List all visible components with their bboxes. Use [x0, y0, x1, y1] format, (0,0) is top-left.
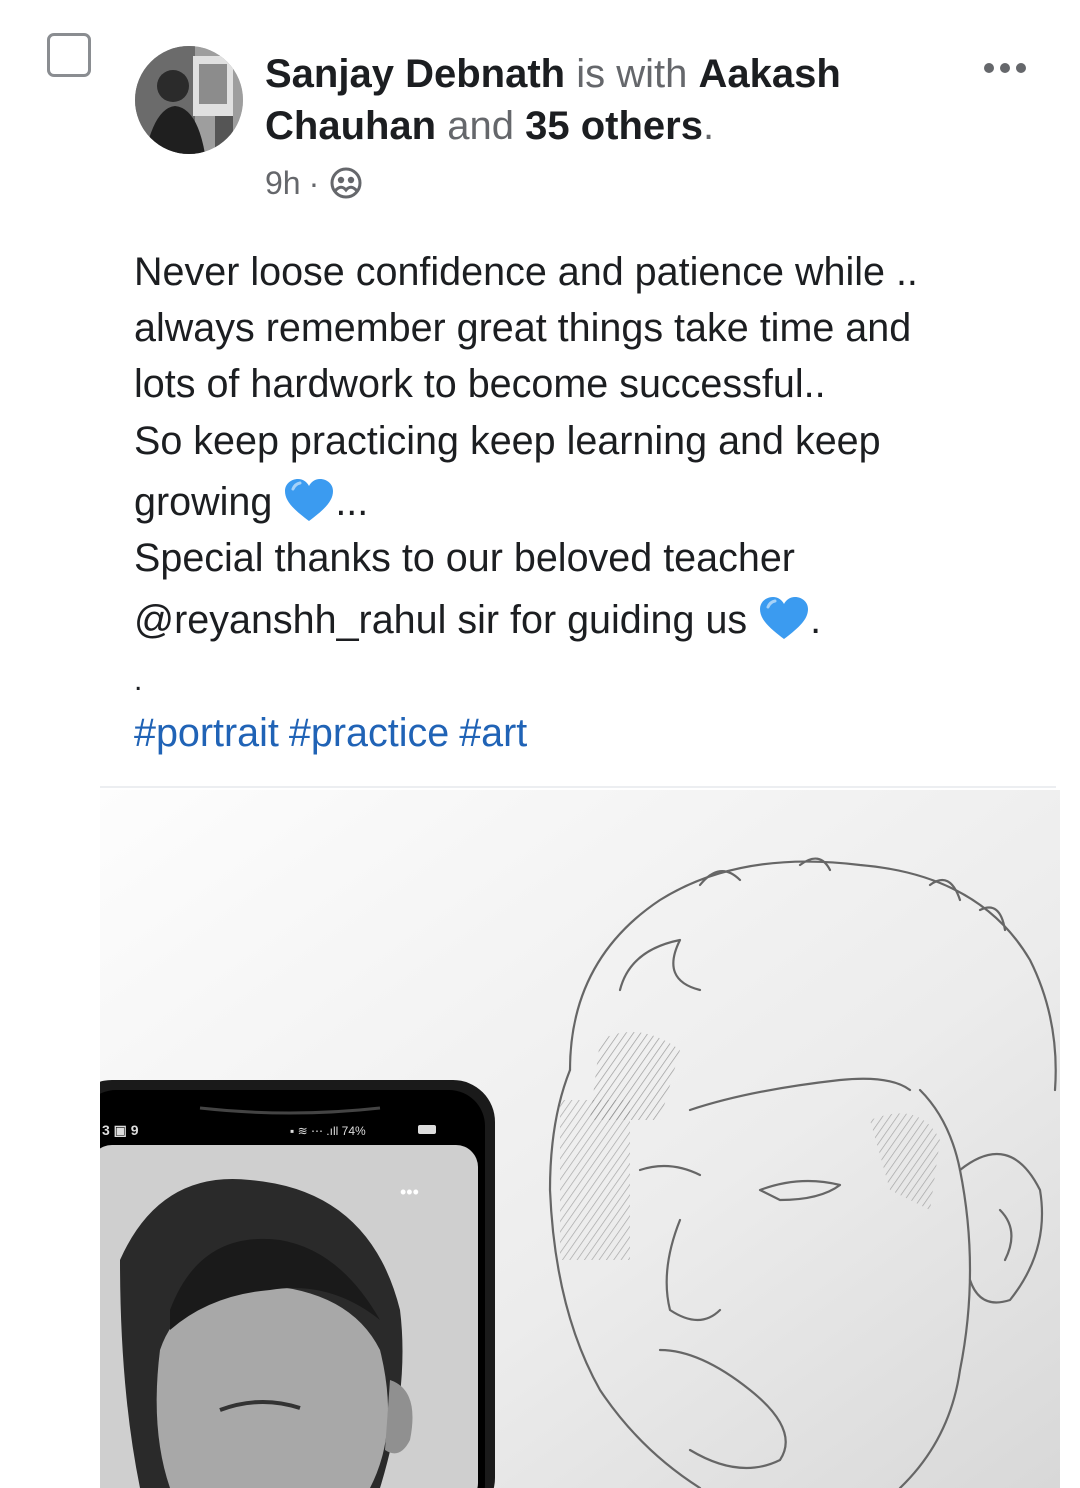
post-text-line-2: always remember great things take time a… — [134, 306, 912, 350]
tagged-person-last[interactable]: Chauhan — [265, 104, 436, 148]
post-text-period: . — [810, 598, 822, 642]
post-text-line-7: @reyanshh_rahul sir for guiding us . — [134, 592, 1034, 657]
post-photo[interactable]: 3 ▣ 9 ▪ ≋ ⋯ .ıll 74% ••• — [100, 790, 1060, 1488]
hashtag-portrait[interactable]: #portrait — [134, 711, 279, 755]
post-text-line-8: . — [134, 664, 143, 697]
divider — [100, 786, 1056, 788]
post-text-ellipsis: ... — [335, 480, 369, 524]
tagged-person-first[interactable]: Aakash — [698, 52, 840, 96]
post-meta: 9h · — [265, 160, 363, 206]
others-link[interactable]: 35 others — [525, 104, 703, 148]
more-options-icon[interactable] — [982, 58, 1028, 78]
post-text-line-1: Never loose confidence and patience whil… — [134, 250, 918, 294]
post-time[interactable]: 9h — [265, 165, 301, 202]
hashtag-art[interactable]: #art — [459, 711, 527, 755]
post-text-line-6: Special thanks to our beloved teacher — [134, 536, 795, 580]
hashtag-practice[interactable]: #practice — [289, 711, 449, 755]
post-text-growing: growing — [134, 480, 273, 524]
friends-icon[interactable] — [329, 166, 363, 200]
post-text-mention: @reyanshh_rahul sir for guiding us — [134, 598, 748, 642]
avatar[interactable] — [135, 46, 243, 154]
post-header-line-1: Sanjay Debnath is with Aakash — [265, 45, 841, 103]
phone-image: 3 ▣ 9 ▪ ≋ ⋯ .ıll 74% ••• — [100, 1080, 495, 1488]
post-text-line-4: So keep practicing keep learning and kee… — [134, 419, 881, 463]
svg-text:▪ ≋ ⋯ .ıll 74%: ▪ ≋ ⋯ .ıll 74% — [290, 1124, 366, 1138]
select-checkbox[interactable] — [47, 33, 91, 77]
header-period: . — [702, 104, 715, 148]
author-name[interactable]: Sanjay Debnath — [265, 52, 565, 96]
blue-heart-icon — [758, 595, 810, 657]
and-text: and — [447, 104, 514, 148]
hashtags: #portrait #practice #art — [134, 705, 1034, 762]
svg-text:•••: ••• — [400, 1182, 419, 1202]
post-text-line-3: lots of hardwork to become successful.. — [134, 362, 826, 406]
post-header-line-2: Chauhan and 35 others. — [265, 97, 714, 155]
svg-text:3 ▣ 9: 3 ▣ 9 — [102, 1122, 139, 1138]
meta-separator: · — [308, 164, 320, 201]
is-with-text: is with — [576, 52, 688, 96]
